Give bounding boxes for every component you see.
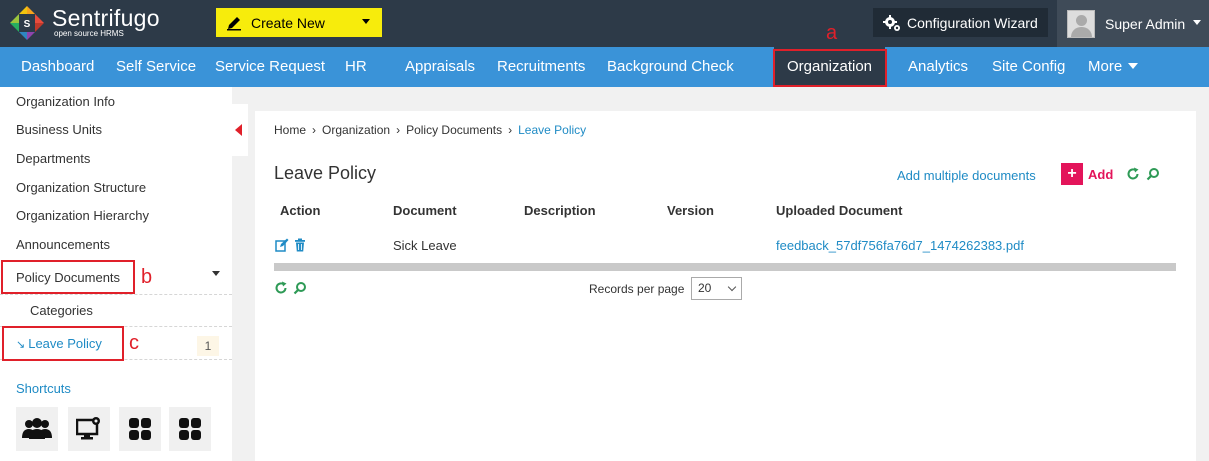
configuration-wizard-button[interactable]: Configuration Wizard (873, 8, 1048, 37)
sidebar-item-organization-hierarchy[interactable]: Organization Hierarchy (16, 208, 149, 223)
column-header-action: Action (280, 203, 321, 218)
user-menu[interactable]: Super Admin (1057, 0, 1209, 47)
horizontal-scrollbar[interactable] (274, 263, 1176, 271)
divider (0, 359, 232, 360)
annotation-label-a: a (826, 22, 838, 44)
breadcrumb-separator: › (312, 123, 317, 137)
records-per-page-select[interactable]: 20 (691, 277, 742, 300)
refresh-icon[interactable] (274, 281, 288, 295)
nav-service-request[interactable]: Service Request (215, 47, 325, 87)
records-per-page-value: 20 (698, 281, 712, 295)
desktop-gear-icon (76, 417, 100, 440)
sidebar-subitem-leave-policy[interactable]: ↘ Leave Policy (16, 336, 102, 351)
search-icon[interactable] (293, 281, 307, 295)
sidebar-item-organization-info[interactable]: Organization Info (16, 94, 115, 109)
breadcrumb-policy-documents[interactable]: Policy Documents (406, 123, 502, 137)
records-per-page-label: Records per page (589, 282, 685, 296)
nav-self-service[interactable]: Self Service (116, 47, 196, 87)
gears-icon (883, 14, 900, 31)
sentrifugo-logo-icon: S (10, 6, 44, 40)
leave-policy-label: Leave Policy (28, 336, 102, 351)
user-name: Super Admin (1105, 15, 1186, 32)
shortcut-employees[interactable] (16, 407, 58, 451)
pencil-icon (227, 16, 241, 30)
column-header-version[interactable]: Version (667, 203, 714, 218)
top-bar: S Sentrifugo open source HRMS Create New… (0, 0, 1209, 47)
nav-hr[interactable]: HR (345, 47, 367, 87)
chevron-down-icon[interactable] (212, 271, 220, 276)
breadcrumb-organization[interactable]: Organization (322, 123, 390, 137)
nav-more-label: More (1088, 58, 1123, 75)
annotation-label-c: c (129, 332, 139, 354)
refresh-icon[interactable] (1126, 167, 1140, 181)
uploaded-document-link[interactable]: feedback_57df756fa76d7_1474262383.pdf (776, 238, 1024, 253)
cell-document: Sick Leave (393, 238, 457, 253)
create-new-label: Create New (251, 14, 325, 31)
grid-icon (129, 418, 151, 440)
edit-icon[interactable] (275, 238, 289, 252)
shortcut-modules[interactable] (169, 407, 211, 451)
nav-dashboard[interactable]: Dashboard (21, 47, 94, 87)
breadcrumb: Home › Organization › Policy Documents › Leave… (274, 123, 586, 137)
annotation-label-b: b (141, 266, 153, 288)
sidebar-subitem-categories[interactable]: Categories (30, 303, 93, 318)
shortcut-settings[interactable] (68, 407, 110, 451)
chevron-down-icon (362, 19, 370, 24)
app-name: Sentrifugo (52, 5, 160, 31)
svg-text:S: S (24, 19, 31, 30)
sidebar-item-organization-structure[interactable]: Organization Structure (16, 180, 146, 195)
app-logo[interactable]: S Sentrifugo open source HRMS (8, 4, 160, 42)
page-title: Leave Policy (274, 163, 377, 183)
count-badge: 1 (197, 336, 219, 356)
sidebar-item-announcements[interactable]: Announcements (16, 237, 110, 252)
nav-appraisals[interactable]: Appraisals (405, 47, 475, 87)
breadcrumb-home[interactable]: Home (274, 123, 306, 137)
main-nav: Dashboard Self Service Service Request H… (0, 47, 1209, 87)
main-panel: Home › Organization › Policy Documents › Leave… (255, 111, 1196, 461)
sidebar-item-departments[interactable]: Departments (16, 151, 90, 166)
people-icon (22, 418, 52, 439)
nav-site-config[interactable]: Site Config (992, 47, 1065, 87)
add-button[interactable]: + Add (1061, 163, 1113, 185)
column-header-description[interactable]: Description (524, 203, 596, 218)
breadcrumb-separator: › (396, 123, 401, 137)
column-header-document[interactable]: Document (393, 203, 457, 218)
delete-icon[interactable] (293, 238, 307, 252)
grid-icon (179, 418, 201, 440)
avatar (1067, 9, 1095, 38)
nav-recruitments[interactable]: Recruitments (497, 47, 585, 87)
nav-organization[interactable]: Organization (774, 47, 885, 87)
sidebar-item-policy-documents[interactable]: Policy Documents (16, 270, 120, 285)
breadcrumb-separator: › (508, 123, 513, 137)
arrow-down-right-icon: ↘ (16, 339, 26, 351)
search-icon[interactable] (1146, 167, 1160, 181)
column-header-uploaded-document[interactable]: Uploaded Document (776, 203, 902, 218)
add-label: Add (1088, 166, 1114, 182)
sidebar: Organization Info Business Units Departm… (0, 87, 232, 461)
breadcrumb-current: Leave Policy (518, 123, 587, 137)
configuration-wizard-label: Configuration Wizard (907, 14, 1038, 31)
create-new-button[interactable]: Create New (216, 8, 382, 37)
divider (0, 326, 232, 327)
sidebar-item-business-units[interactable]: Business Units (16, 122, 102, 137)
nav-analytics[interactable]: Analytics (908, 47, 968, 87)
chevron-down-icon (727, 282, 737, 292)
chevron-down-icon (1193, 20, 1201, 25)
divider (0, 294, 232, 295)
add-multiple-documents-link[interactable]: Add multiple documents (897, 168, 1036, 183)
nav-background-check[interactable]: Background Check (607, 47, 734, 87)
shortcut-apps[interactable] (119, 407, 161, 451)
plus-icon: + (1061, 163, 1083, 185)
shortcuts-heading: Shortcuts (16, 381, 71, 396)
chevron-down-icon (1128, 63, 1139, 69)
nav-more[interactable]: More (1088, 47, 1139, 87)
sidebar-collapse-toggle[interactable] (232, 104, 248, 156)
